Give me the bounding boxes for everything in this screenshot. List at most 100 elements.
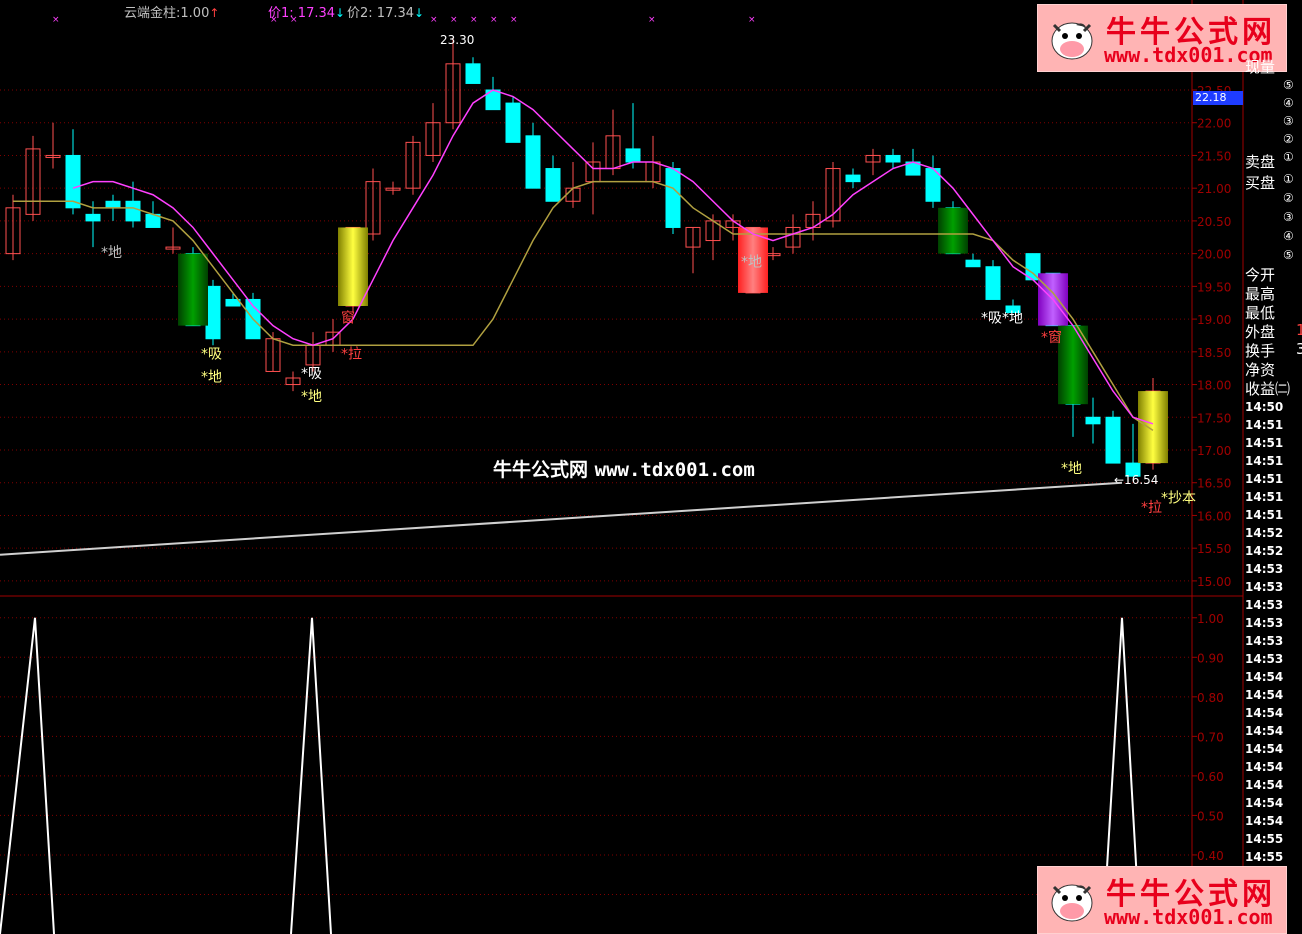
quote-field-label: 换手 [1245, 342, 1276, 360]
trade-time: 14:54 [1245, 724, 1284, 738]
sell-level: ② [1283, 132, 1294, 146]
y-tick-label: 19.00 [1197, 313, 1231, 327]
candle-body [665, 168, 681, 228]
trade-time: 14:52 [1245, 526, 1284, 540]
candle-body [85, 213, 101, 222]
marker-x: × [510, 15, 518, 25]
candle-body [505, 102, 521, 143]
signal-label: *窗 [1041, 329, 1062, 346]
quote-field-label: 外盘 [1245, 323, 1276, 341]
candle-body [985, 266, 1001, 300]
trade-time: 14:53 [1245, 580, 1284, 594]
price2-label: 价2: [347, 6, 373, 21]
sell-level: ⑤ [1283, 78, 1294, 92]
marker-x: × [430, 15, 438, 25]
y-tick-label: 0.40 [1197, 849, 1224, 863]
high-price-label: 23.30 [440, 33, 474, 47]
buy-level: ④ [1283, 229, 1294, 243]
marker-x: × [52, 15, 60, 25]
candle-body [105, 200, 121, 209]
quote-field-label: 收益㈡ [1245, 380, 1291, 398]
marker-x: × [450, 15, 458, 25]
signal-label: *吸*地 [981, 310, 1023, 326]
candle-body [525, 135, 541, 189]
y-tick-label: 0.80 [1197, 691, 1224, 705]
site-logo-bottom[interactable]: 牛牛公式网 www.tdx001.com [1037, 866, 1287, 934]
buy-label: 买盘 [1245, 174, 1276, 192]
y-tick-label: 15.00 [1197, 575, 1231, 589]
y-tick-label: 21.50 [1197, 149, 1231, 163]
current-price-badge: 22.18 [1193, 91, 1243, 105]
signal-bar [938, 207, 968, 254]
y-tick-label: 0.50 [1197, 809, 1224, 823]
quote-field-label: 最高 [1245, 285, 1276, 303]
signal-bar [1138, 391, 1168, 464]
candle-body [965, 259, 981, 268]
buy-level: ② [1283, 191, 1294, 205]
trade-time: 14:54 [1245, 670, 1284, 684]
signal-bar [338, 227, 368, 306]
y-tick-label: 16.50 [1197, 477, 1231, 491]
y-tick-label: 18.50 [1197, 346, 1231, 360]
y-tick-label: 17.00 [1197, 444, 1231, 458]
signal-label: *拉 [1141, 500, 1162, 516]
sell-level: ④ [1283, 96, 1294, 110]
candle-body [125, 200, 141, 222]
trade-time: 14:53 [1245, 616, 1284, 630]
trade-time: 14:54 [1245, 778, 1284, 792]
buy-level: ⑤ [1283, 248, 1294, 262]
candle-body [1085, 416, 1101, 425]
trade-time: 14:54 [1245, 814, 1284, 828]
candle-body [465, 63, 481, 84]
watermark-name: 牛牛公式网 [493, 459, 589, 481]
y-tick-label: 16.00 [1197, 509, 1231, 523]
trade-time: 14:51 [1245, 472, 1284, 486]
y-tick-label: 18.00 [1197, 379, 1231, 393]
y-tick-label: 15.50 [1197, 542, 1231, 556]
y-tick-label: 0.60 [1197, 770, 1224, 784]
y-tick-label: 20.00 [1197, 248, 1231, 262]
candle-body [65, 154, 81, 209]
trade-time: 14:53 [1245, 562, 1284, 576]
buy-level: ③ [1283, 210, 1294, 224]
trade-time: 14:54 [1245, 706, 1284, 720]
marker-x: × [470, 15, 478, 25]
sell-level: ③ [1283, 114, 1294, 128]
candle-body [625, 148, 641, 163]
trade-time: 14:54 [1245, 796, 1284, 810]
candle-body [885, 154, 901, 163]
signal-label: *拉 [341, 346, 362, 362]
candle-body [1105, 416, 1121, 464]
signal-label: *地 [301, 389, 322, 405]
watermark-url: www.tdx001.com [594, 459, 755, 481]
sell-level: ① [1283, 150, 1294, 164]
quote-field-value: 3 [1296, 340, 1302, 358]
trade-time: 14:51 [1245, 418, 1284, 432]
watermark: 牛牛公式网 www.tdx001.com [493, 455, 755, 482]
candle-body [545, 168, 561, 202]
down-arrow-icon: ↓ [335, 6, 346, 20]
y-tick-label: 22.00 [1197, 117, 1231, 131]
trade-time: 14:53 [1245, 598, 1284, 612]
trade-time: 14:53 [1245, 634, 1284, 648]
quote-field-label: 最低 [1245, 304, 1276, 322]
sell-label: 卖盘 [1245, 153, 1276, 171]
signal-label: *地 [741, 255, 762, 271]
y-tick-label: 0.90 [1197, 651, 1224, 665]
candle-body [845, 174, 861, 183]
signal-label: *吸 [301, 366, 322, 382]
current-volume-label: 现量 [1245, 58, 1276, 76]
signal-label: 窗 [341, 309, 355, 326]
indicator-value: 1.00 [180, 6, 210, 21]
low-price-label: ←16.54 [1114, 473, 1158, 487]
quote-field-label: 今开 [1245, 266, 1276, 284]
price1-value: 17.34 [297, 6, 336, 21]
price2-value: 17.34 [376, 6, 415, 21]
trade-time: 14:54 [1245, 760, 1284, 774]
baseline-line [0, 481, 1123, 556]
down-arrow-icon: ↓ [414, 6, 425, 20]
quote-field-label: 净资 [1245, 361, 1276, 379]
quote-field-value: 1 [1296, 321, 1302, 339]
buy-level: ① [1283, 172, 1294, 186]
signal-label: *地 [201, 369, 222, 385]
